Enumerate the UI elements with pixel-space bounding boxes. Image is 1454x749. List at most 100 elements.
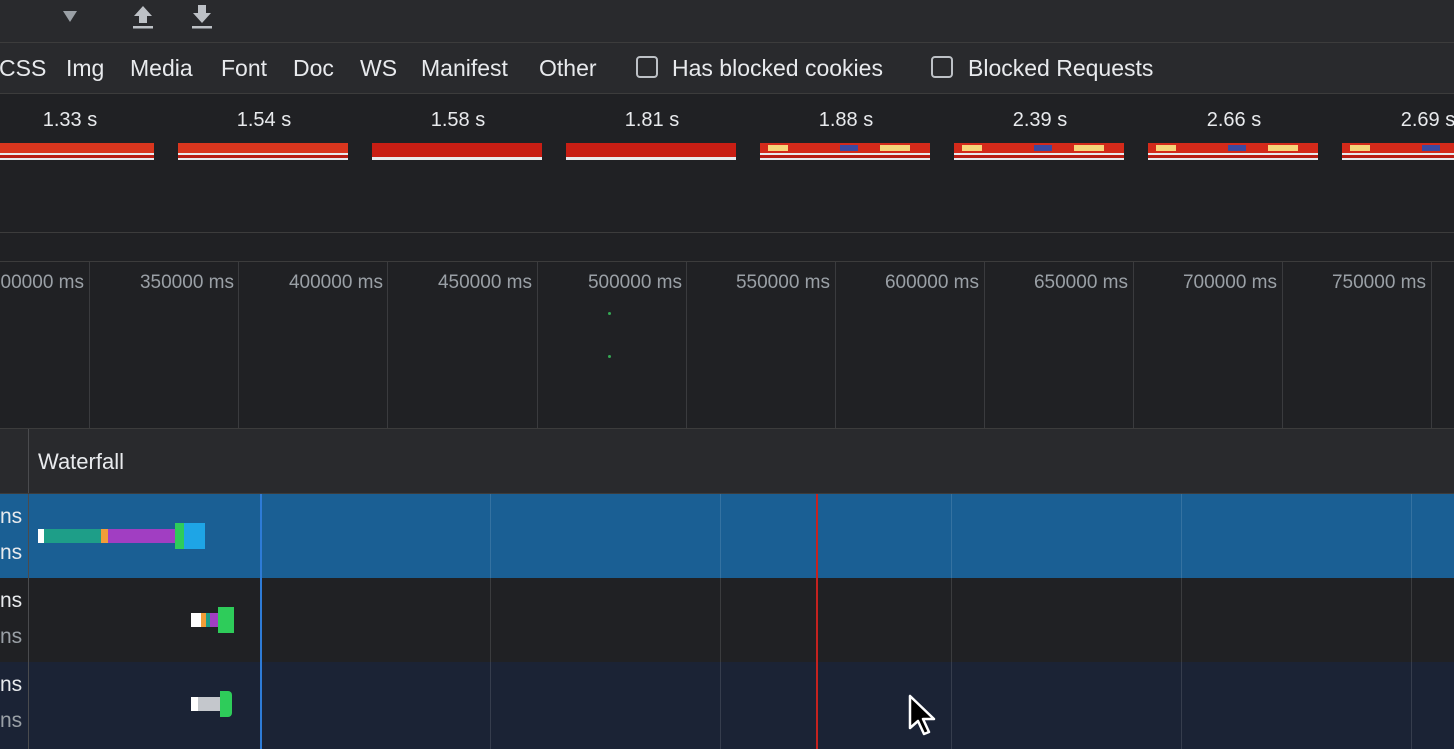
grid-line xyxy=(1411,578,1412,662)
time-value: ns xyxy=(0,673,23,696)
request-row[interactable]: ns ns xyxy=(0,494,1454,578)
grid-line xyxy=(1411,662,1412,749)
waterfall-bar-waiting xyxy=(220,691,232,717)
filter-other[interactable]: Other xyxy=(539,55,597,81)
frame-thumbnail[interactable] xyxy=(178,143,348,160)
devtools-network-panel: CSS Img Media Font Doc WS Manifest Other… xyxy=(0,0,1454,749)
waterfall-column-header[interactable]: Waterfall xyxy=(0,429,1454,494)
dom-content-loaded-line xyxy=(260,494,262,749)
waterfall-bar-stalled xyxy=(198,697,220,711)
timeline-overview[interactable]: 00000 ms 350000 ms 400000 ms 450000 ms 5… xyxy=(0,262,1454,429)
request-row[interactable]: ns ns xyxy=(0,662,1454,749)
waterfall-bar-waiting xyxy=(175,523,184,549)
tick-label: 550000 ms xyxy=(735,272,830,293)
frame-thumbnail[interactable] xyxy=(1342,143,1454,160)
waterfall-bar-ssl xyxy=(101,529,108,543)
grid-line xyxy=(537,262,538,428)
latency-value: ns xyxy=(0,541,23,564)
grid-line xyxy=(951,578,952,662)
tick-label: 400000 ms xyxy=(288,272,383,293)
grid-line xyxy=(490,578,491,662)
grid-line xyxy=(951,662,952,749)
frame-time: 1.58 s xyxy=(430,109,486,131)
frame-time: 2.66 s xyxy=(1206,109,1262,131)
import-icon[interactable] xyxy=(128,2,158,32)
grid-line xyxy=(1431,262,1432,428)
grid-line xyxy=(490,494,491,578)
frame-time: 2.69 s xyxy=(1400,109,1454,131)
grid-line xyxy=(89,262,90,428)
tick-label: 350000 ms xyxy=(139,272,234,293)
frame-thumbnail[interactable] xyxy=(760,143,930,160)
filter-ws[interactable]: WS xyxy=(360,55,397,81)
waterfall-bar-queue xyxy=(191,697,198,711)
screenshot-filmstrip: 1.33 s 1.54 s 1.58 s 1.81 s 1.88 s 2.39 … xyxy=(0,94,1454,233)
filter-img[interactable]: Img xyxy=(66,55,104,81)
grid-line xyxy=(490,662,491,749)
frame-time: 1.88 s xyxy=(818,109,874,131)
has-blocked-cookies-checkbox[interactable] xyxy=(636,56,658,78)
grid-line xyxy=(686,262,687,428)
frame-thumbnail[interactable] xyxy=(1148,143,1318,160)
time-value: ns xyxy=(0,505,23,528)
waterfall-bar-connect xyxy=(44,529,101,543)
grid-line xyxy=(387,262,388,428)
frame-thumbnail[interactable] xyxy=(0,143,154,160)
tick-label: 750000 ms xyxy=(1331,272,1426,293)
grid-line xyxy=(835,262,836,428)
time-cell: ns ns xyxy=(0,578,29,662)
frame-thumbnail[interactable] xyxy=(372,143,542,160)
tick-label: 450000 ms xyxy=(437,272,532,293)
tick-label: 650000 ms xyxy=(1033,272,1128,293)
tick-label: 700000 ms xyxy=(1182,272,1277,293)
tick-label: 00000 ms xyxy=(0,272,84,293)
grid-line xyxy=(720,578,721,662)
request-marker xyxy=(608,312,611,315)
filter-manifest[interactable]: Manifest xyxy=(421,55,508,81)
grid-line xyxy=(720,662,721,749)
blocked-requests-checkbox[interactable] xyxy=(931,56,953,78)
export-icon[interactable] xyxy=(187,2,217,32)
resource-type-filter-bar: CSS Img Media Font Doc WS Manifest Other… xyxy=(0,43,1454,94)
frame-time: 1.54 s xyxy=(236,109,292,131)
network-toolbar xyxy=(0,0,1454,43)
waterfall-bar-queue xyxy=(191,613,201,627)
time-cell: ns ns xyxy=(0,494,29,578)
filter-css[interactable]: CSS xyxy=(0,55,46,81)
tick-label: 600000 ms xyxy=(884,272,979,293)
frame-thumbnail[interactable] xyxy=(954,143,1124,160)
grid-line xyxy=(720,494,721,578)
load-event-line xyxy=(816,494,818,749)
filter-doc[interactable]: Doc xyxy=(293,55,334,81)
grid-line xyxy=(1181,494,1182,578)
waterfall-bar-download xyxy=(184,523,205,549)
grid-line xyxy=(1181,578,1182,662)
waterfall-bar-request xyxy=(108,529,175,543)
grid-line xyxy=(1181,662,1182,749)
grid-line xyxy=(1133,262,1134,428)
frame-time: 1.33 s xyxy=(42,109,98,131)
blocked-requests-label[interactable]: Blocked Requests xyxy=(968,55,1153,81)
waterfall-bar-request xyxy=(210,613,218,627)
request-marker xyxy=(608,355,611,358)
frame-thumbnail[interactable] xyxy=(566,143,736,160)
column-divider[interactable] xyxy=(28,429,29,493)
grid-line xyxy=(238,262,239,428)
grid-line xyxy=(1411,494,1412,578)
tick-label: 500000 ms xyxy=(587,272,682,293)
panel-divider xyxy=(0,233,1454,262)
time-cell: ns ns xyxy=(0,662,29,749)
time-value: ns xyxy=(0,589,23,612)
dropdown-triangle-icon[interactable] xyxy=(55,2,85,32)
request-row[interactable]: ns ns xyxy=(0,578,1454,662)
frame-time: 1.81 s xyxy=(624,109,680,131)
latency-value: ns xyxy=(0,625,23,648)
waterfall-bar-waiting xyxy=(218,607,234,633)
grid-line xyxy=(1282,262,1283,428)
frame-time: 2.39 s xyxy=(1012,109,1068,131)
filter-font[interactable]: Font xyxy=(221,55,267,81)
filter-media[interactable]: Media xyxy=(130,55,193,81)
has-blocked-cookies-label[interactable]: Has blocked cookies xyxy=(672,55,883,81)
waterfall-title[interactable]: Waterfall xyxy=(38,449,124,475)
mouse-pointer-icon xyxy=(908,694,936,736)
